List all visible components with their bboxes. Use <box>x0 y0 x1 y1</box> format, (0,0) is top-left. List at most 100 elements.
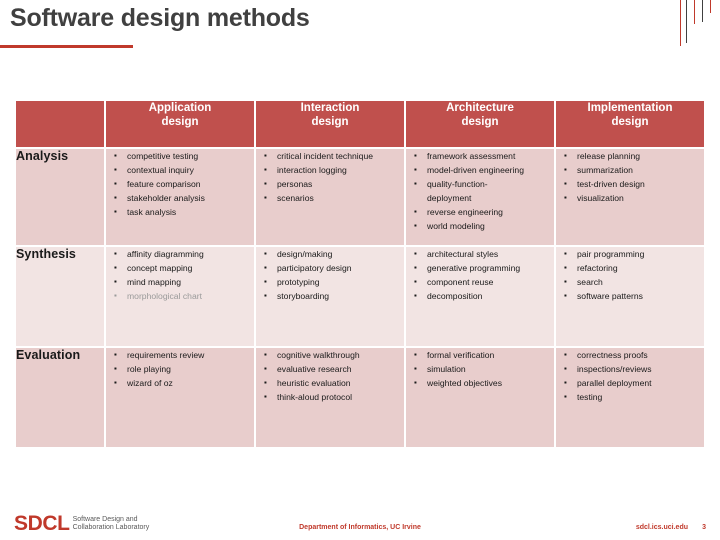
sdcl-tagline-line1: Software Design and <box>72 515 138 523</box>
method-list-item: pair programming <box>556 247 704 261</box>
method-list-item: correctness proofs <box>556 348 704 362</box>
method-list-item: evaluative research <box>256 362 404 376</box>
table-row: Evaluationrequirements reviewrole playin… <box>16 348 704 447</box>
method-list-item: testing <box>556 390 704 404</box>
method-list-item: morphological chart <box>106 289 254 303</box>
method-list-item: test-driven design <box>556 177 704 191</box>
method-list: correctness proofsinspections/reviewspar… <box>556 348 704 404</box>
method-list: pair programmingrefactoringsearchsoftwar… <box>556 247 704 303</box>
method-list-item: architectural styles <box>406 247 554 261</box>
method-list-item: formal verification <box>406 348 554 362</box>
design-methods-table: Application design Interaction design Ar… <box>14 99 706 449</box>
method-list-item: critical incident technique <box>256 149 404 163</box>
corner-decoration-line-3 <box>694 0 695 24</box>
table-row: Analysiscompetitive testingcontextual in… <box>16 149 704 245</box>
method-list-item: weighted objectives <box>406 376 554 390</box>
slide-footer: SDCL Software Design and Collaboration L… <box>0 494 720 540</box>
method-cell-r1-c2: critical incident techniqueinteraction l… <box>256 149 404 245</box>
method-cell-r3-c4: correctness proofsinspections/reviewspar… <box>556 348 704 447</box>
corner-decoration-line-4 <box>702 0 703 22</box>
method-list-item: interaction logging <box>256 163 404 177</box>
method-list-item: feature comparison <box>106 177 254 191</box>
method-cell-r1-c4: release planningsummarizationtest-driven… <box>556 149 704 245</box>
method-cell-r1-c1: competitive testingcontextual inquiryfea… <box>106 149 254 245</box>
method-list-item: world modeling <box>406 219 554 233</box>
method-cell-r3-c2: cognitive walkthroughevaluative research… <box>256 348 404 447</box>
table-header-row: Application design Interaction design Ar… <box>16 101 704 147</box>
method-list: competitive testingcontextual inquiryfea… <box>106 149 254 219</box>
table-row: Synthesisaffinity diagrammingconcept map… <box>16 247 704 346</box>
method-list: critical incident techniqueinteraction l… <box>256 149 404 205</box>
method-list-item: cognitive walkthrough <box>256 348 404 362</box>
footer-department-text: Department of Informatics, UC Irvine <box>299 524 421 531</box>
method-list: affinity diagrammingconcept mappingmind … <box>106 247 254 303</box>
method-list: architectural stylesgenerative programmi… <box>406 247 554 303</box>
method-cell-r3-c1: requirements reviewrole playingwizard of… <box>106 348 254 447</box>
table-body: Analysiscompetitive testingcontextual in… <box>16 149 704 447</box>
row-stage-label-evaluation: Evaluation <box>16 348 104 447</box>
column-header-architecture-design: Architecture design <box>406 101 554 147</box>
method-list: cognitive walkthroughevaluative research… <box>256 348 404 404</box>
method-list-item: visualization <box>556 191 704 205</box>
method-list-item: refactoring <box>556 261 704 275</box>
method-list-item: personas <box>256 177 404 191</box>
column-header-interaction-design: Interaction design <box>256 101 404 147</box>
method-list-item: search <box>556 275 704 289</box>
method-list-item: reverse engineering <box>406 205 554 219</box>
method-list-item: mind mapping <box>106 275 254 289</box>
column-header-implementation-design: Implementation design <box>556 101 704 147</box>
method-list: design/makingparticipatory designprototy… <box>256 247 404 303</box>
method-list-item: framework assessment <box>406 149 554 163</box>
method-list-item: competitive testing <box>106 149 254 163</box>
title-underline-rule <box>0 45 133 48</box>
method-list-item: contextual inquiry <box>106 163 254 177</box>
method-list-item: think-aloud protocol <box>256 390 404 404</box>
page-title: Software design methods <box>10 4 310 32</box>
method-list: requirements reviewrole playingwizard of… <box>106 348 254 390</box>
method-list-item: task analysis <box>106 205 254 219</box>
method-list-item: component reuse <box>406 275 554 289</box>
column-header-application-design: Application design <box>106 101 254 147</box>
footer-website-text: sdcl.ics.uci.edu <box>635 524 688 531</box>
table-header: Application design Interaction design Ar… <box>16 101 704 147</box>
row-stage-label-analysis: Analysis <box>16 149 104 245</box>
corner-decoration-line-5 <box>710 0 711 13</box>
method-list-item: quality-function- <box>406 177 554 191</box>
method-list-item: summarization <box>556 163 704 177</box>
page-number: 3 <box>702 524 706 531</box>
method-list-item: design/making <box>256 247 404 261</box>
method-cell-r2-c1: affinity diagrammingconcept mappingmind … <box>106 247 254 346</box>
column-header-line2: design <box>461 116 499 129</box>
column-header-line1: Interaction <box>300 102 360 114</box>
method-list-item: wizard of oz <box>106 376 254 390</box>
column-header-line1: Implementation <box>587 102 673 114</box>
method-list-item: parallel deployment <box>556 376 704 390</box>
column-header-line1: Architecture <box>446 102 514 114</box>
method-list-item: release planning <box>556 149 704 163</box>
method-list-item: model-driven engineering <box>406 163 554 177</box>
method-list-item: participatory design <box>256 261 404 275</box>
method-list: formal verificationsimulationweighted ob… <box>406 348 554 390</box>
method-list-item: inspections/reviews <box>556 362 704 376</box>
row-stage-label-synthesis: Synthesis <box>16 247 104 346</box>
method-list-item: role playing <box>106 362 254 376</box>
method-list-item: stakeholder analysis <box>106 191 254 205</box>
method-list: framework assessmentmodel-driven enginee… <box>406 149 554 233</box>
column-header-line2: design <box>311 116 349 129</box>
method-list-item: storyboarding <box>256 289 404 303</box>
method-list-item: requirements review <box>106 348 254 362</box>
method-list-item: heuristic evaluation <box>256 376 404 390</box>
method-list-item: concept mapping <box>106 261 254 275</box>
method-list-item: scenarios <box>256 191 404 205</box>
column-header-line2: design <box>161 116 199 129</box>
method-list-item: affinity diagramming <box>106 247 254 261</box>
method-list-item: simulation <box>406 362 554 376</box>
method-list-item: deployment <box>427 193 472 203</box>
method-cell-r2-c4: pair programmingrefactoringsearchsoftwar… <box>556 247 704 346</box>
method-list-item: software patterns <box>556 289 704 303</box>
method-cell-r2-c2: design/makingparticipatory designprototy… <box>256 247 404 346</box>
corner-decoration-lines <box>672 0 720 52</box>
method-list-item: decomposition <box>406 289 554 303</box>
column-header-line1: Application <box>148 102 212 114</box>
method-cell-r2-c3: architectural stylesgenerative programmi… <box>406 247 554 346</box>
